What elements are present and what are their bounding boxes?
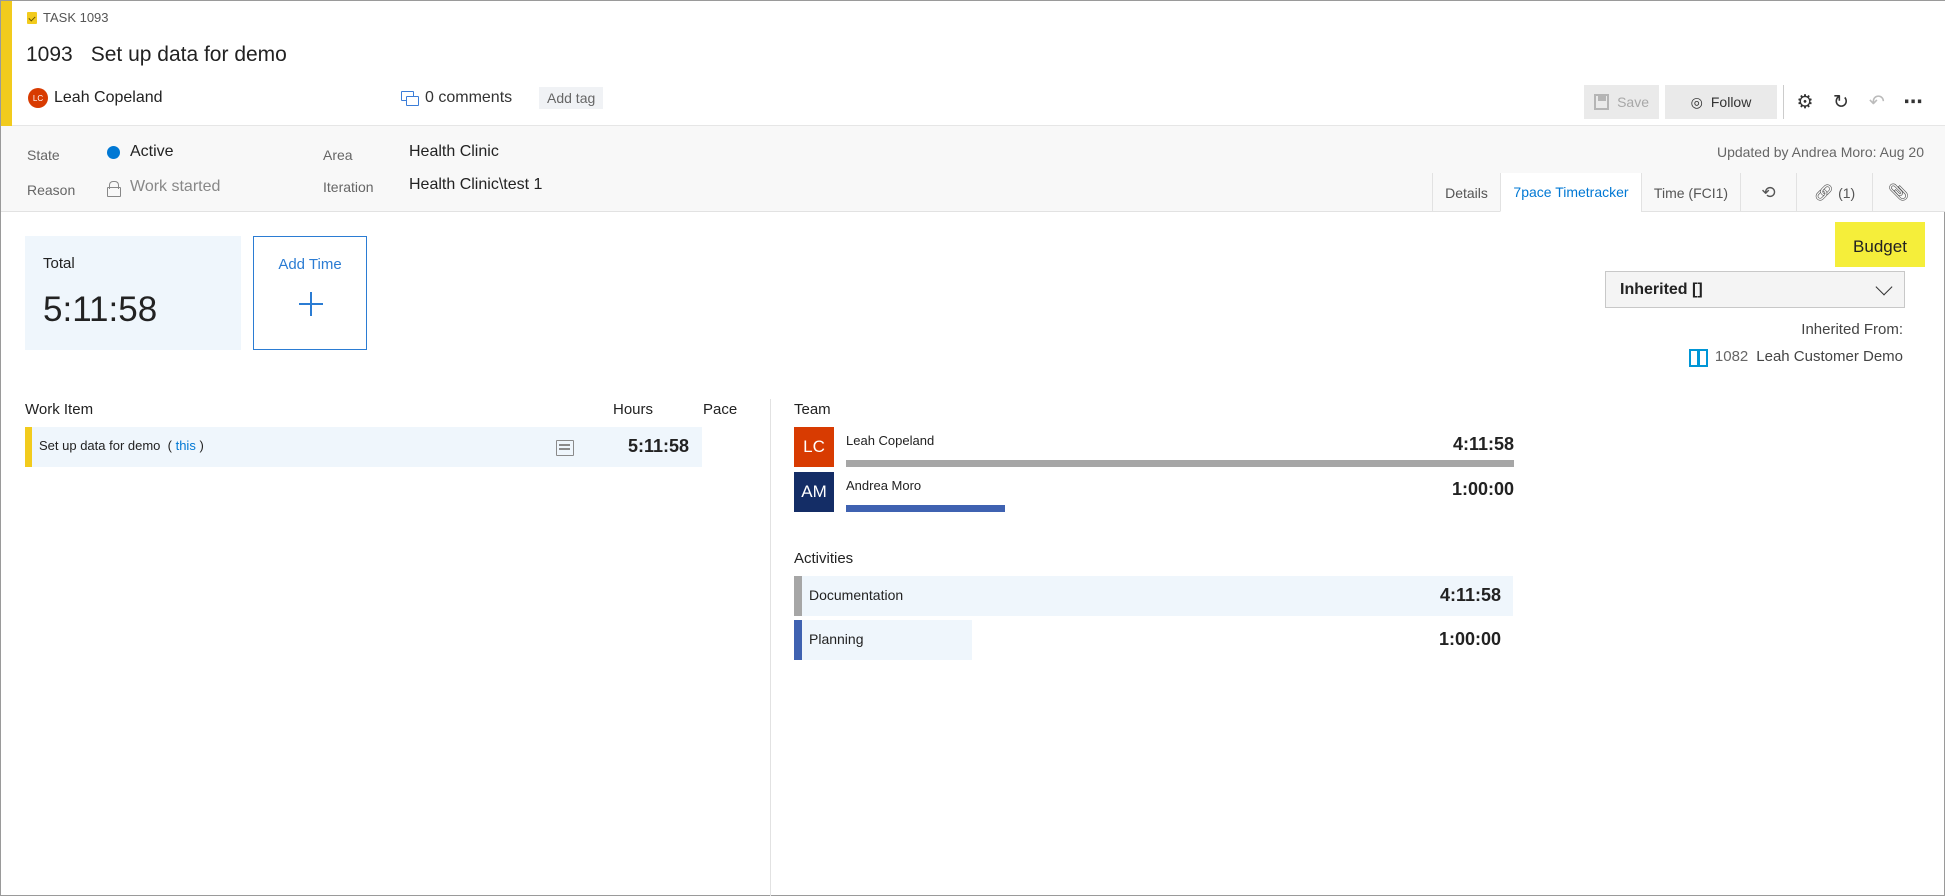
work-item-title[interactable]: Set up data for demo [91, 43, 287, 67]
backlog-item-icon [1688, 348, 1708, 367]
state-label: State [27, 147, 60, 163]
assigned-to[interactable]: LC Leah Copeland [28, 88, 163, 108]
area-field[interactable]: Health Clinic [409, 143, 499, 161]
more-icon[interactable]: ⋯ [1898, 85, 1928, 119]
work-item-row-title: Set up data for demo ( this ) [39, 438, 204, 453]
avatar: AM [794, 472, 834, 512]
comments-count: 0 comments [425, 89, 513, 106]
work-item-hours: 5:11:58 [627, 436, 689, 456]
activity-color-bar [794, 576, 802, 616]
save-icon [1594, 94, 1610, 110]
tab-time-fci1[interactable]: Time (FCI1) [1641, 173, 1740, 212]
total-label: Total [43, 255, 75, 272]
task-color-bar [25, 427, 32, 467]
work-item-header: TASK 1093 1093 Set up data for demo LC L… [1, 1, 1945, 126]
time-log-icon[interactable] [556, 440, 574, 456]
plus-icon [299, 292, 323, 316]
undo-icon[interactable]: ↶ [1862, 85, 1892, 119]
attachment-icon: 📎︎ [1887, 182, 1910, 202]
table-row[interactable]: Set up data for demo ( this ) 5:11:58 [25, 427, 702, 467]
activity-time: 4:11:58 [1439, 585, 1501, 605]
tab-7pace-timetracker[interactable]: 7pace Timetracker [1500, 173, 1641, 212]
team-member-name: Leah Copeland [846, 433, 935, 448]
tab-links[interactable]: 🔗︎ (1) [1796, 173, 1872, 212]
team-member-name: Andrea Moro [846, 478, 922, 493]
this-link[interactable]: this [176, 438, 196, 453]
team-member-row: AM Andrea Moro 1:00:00 [794, 472, 1514, 512]
panel-divider [770, 399, 771, 896]
tab-history[interactable]: ⟲ [1740, 173, 1796, 212]
total-card: Total 5:11:58 [25, 236, 241, 350]
team-member-time: 1:00:00 [1451, 479, 1514, 499]
team-heading: Team [794, 401, 831, 418]
history-icon: ⟲ [1761, 182, 1776, 202]
activity-name: Planning [809, 631, 864, 647]
tab-attachments[interactable]: 📎︎ [1872, 173, 1924, 212]
eye-icon: ◎ [1690, 93, 1703, 110]
state-dot-icon [107, 146, 120, 159]
settings-icon[interactable]: ⚙ [1790, 85, 1820, 119]
avatar: LC [794, 427, 834, 467]
toolbar-divider [1783, 85, 1784, 119]
comments-link[interactable]: 0 comments [401, 89, 512, 107]
budget-label: Budget [1835, 222, 1925, 267]
inherited-work-item-link[interactable]: 1082 Leah Customer Demo [1688, 348, 1903, 367]
inherited-name: Leah Customer Demo [1756, 348, 1903, 365]
task-type-text: TASK 1093 [43, 10, 109, 25]
inherited-from-label: Inherited From: [1801, 321, 1903, 338]
reason-label: Reason [27, 182, 76, 198]
add-tag-button[interactable]: Add tag [539, 87, 604, 109]
updated-by: Updated by Andrea Moro: Aug 20 [1716, 144, 1924, 160]
lock-icon [107, 181, 121, 197]
budget-selected-value: Inherited [] [1620, 280, 1703, 298]
tab-details[interactable]: Details [1432, 173, 1500, 212]
comment-icon [401, 91, 419, 106]
team-member-time-bar [846, 460, 1514, 467]
task-type-label: TASK 1093 [27, 10, 109, 25]
link-icon: 🔗︎ [1813, 184, 1835, 202]
activity-name: Documentation [809, 587, 904, 603]
inherited-id: 1082 [1714, 348, 1749, 365]
team-member-time-bar [846, 505, 1005, 512]
refresh-icon[interactable]: ↻ [1826, 85, 1856, 119]
task-color-bar [1, 1, 12, 126]
iteration-field[interactable]: Health Clinic\test 1 [409, 176, 542, 194]
follow-button[interactable]: ◎ Follow [1665, 85, 1777, 119]
team-member-row: LC Leah Copeland 4:11:58 [794, 427, 1514, 467]
team-member-time: 4:11:58 [1452, 434, 1514, 454]
iteration-label: Iteration [323, 179, 374, 195]
column-header-pace: Pace [703, 401, 738, 418]
reason-field: Work started [130, 178, 221, 195]
follow-label: Follow [1710, 94, 1752, 110]
save-button[interactable]: Save [1584, 85, 1659, 119]
budget-dropdown[interactable]: Inherited [] [1605, 271, 1905, 308]
add-time-button[interactable]: Add Time [253, 236, 367, 350]
add-time-label: Add Time [278, 256, 342, 273]
avatar: LC [28, 88, 48, 108]
toolbar: Save ◎ Follow ⚙ ↻ ↶ ⋯ [1584, 85, 1928, 119]
work-item-id: 1093 [26, 43, 73, 66]
column-header-work-item: Work Item [25, 401, 94, 418]
task-icon [27, 11, 37, 24]
work-item-window: TASK 1093 1093 Set up data for demo LC L… [0, 0, 1945, 896]
activity-color-bar [794, 620, 802, 660]
total-value: 5:11:58 [43, 290, 158, 329]
state-field[interactable]: Active [130, 143, 174, 161]
page-title: 1093 Set up data for demo [26, 43, 287, 67]
chevron-down-icon [1875, 278, 1893, 295]
activities-heading: Activities [794, 550, 854, 567]
column-header-hours: Hours [613, 401, 654, 418]
owner-name: Leah Copeland [54, 89, 163, 106]
activity-time: 1:00:00 [1438, 629, 1501, 649]
save-label: Save [1617, 94, 1649, 110]
tab-bar: Details 7pace Timetracker Time (FCI1) ⟲ … [1432, 173, 1924, 212]
area-label: Area [323, 147, 353, 163]
